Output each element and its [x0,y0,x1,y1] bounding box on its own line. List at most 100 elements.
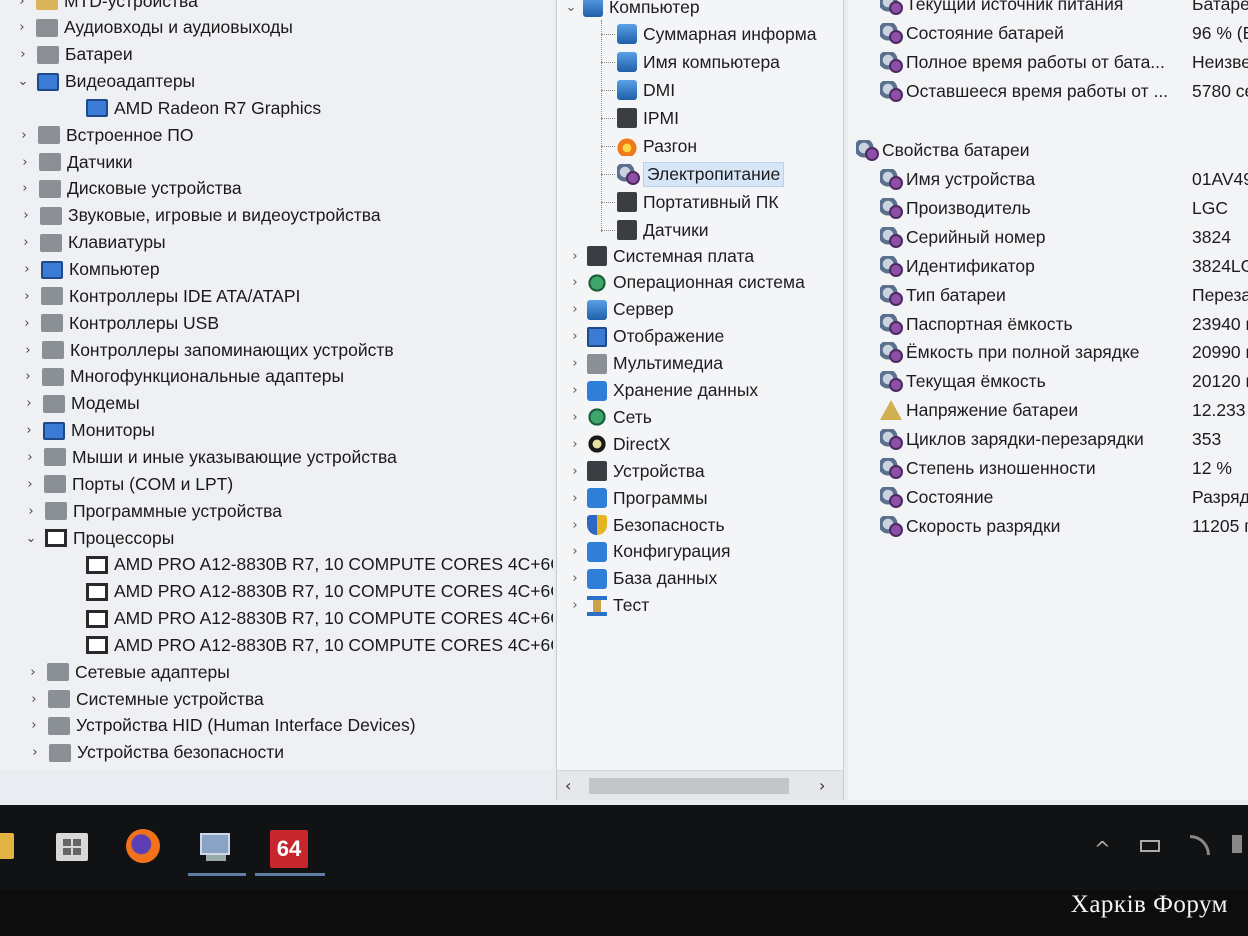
explorer-icon[interactable] [0,825,20,865]
device-category-item[interactable]: › Звуковые, игровые и видеоустройства [18,203,380,229]
device-category-item[interactable]: › Батареи [15,42,132,68]
tree-section-item[interactable]: › Программы [567,485,708,511]
device-category-item[interactable]: › Контроллеры запоминающих устройств [20,337,393,363]
expand-chevron-icon[interactable]: › [19,316,35,331]
tree-item-child[interactable]: Разгон [597,133,697,159]
expand-chevron-icon[interactable]: ⌄ [23,531,39,546]
expand-chevron-icon[interactable]: › [17,155,33,170]
expand-chevron-icon[interactable]: › [567,518,583,533]
expand-chevron-icon[interactable]: › [21,423,37,438]
device-category-item[interactable]: › Контроллеры USB [19,310,219,336]
scroll-right-arrow[interactable]: › [819,776,825,795]
device-category-item[interactable]: › Контроллеры IDE ATA/ATAPI [19,283,300,309]
device-child-item[interactable]: AMD PRO A12-8830B R7, 10 COMPUTE CORES 4… [64,632,553,658]
expand-chevron-icon[interactable]: › [567,464,583,479]
expand-chevron-icon[interactable]: › [25,665,41,680]
device-category-item[interactable]: › MTD-устройства [14,0,198,14]
device-category-item[interactable]: › Встроенное ПО [16,122,193,148]
tree-section-item[interactable]: › Хранение данных [567,378,758,404]
expand-chevron-icon[interactable]: › [567,491,583,506]
tree-section-item[interactable]: › Мультимедиа [567,351,723,377]
expand-chevron-icon[interactable]: › [19,289,35,304]
expand-chevron-icon[interactable]: › [20,343,36,358]
device-child-item[interactable]: AMD PRO A12-8830B R7, 10 COMPUTE CORES 4… [64,579,553,605]
property-row[interactable]: Серийный номер 3824 [848,223,1248,251]
wifi-tray-icon[interactable] [1190,835,1210,855]
device-category-item[interactable]: › Системные устройства [26,686,263,712]
expand-chevron-icon[interactable]: › [18,208,34,223]
expand-chevron-icon[interactable]: › [567,302,583,317]
expand-chevron-icon[interactable]: › [19,262,35,277]
expand-chevron-icon[interactable]: › [26,692,42,707]
property-row[interactable]: Идентификатор 3824LG [848,252,1248,280]
property-row[interactable]: Имя устройства 01AV49 [848,165,1248,193]
store-icon[interactable] [52,825,92,865]
expand-chevron-icon[interactable]: › [567,410,583,425]
tree-item-child[interactable]: DMI [597,77,675,103]
tree-section-item[interactable]: › Сеть [567,404,652,430]
expand-chevron-icon[interactable]: › [16,128,32,143]
property-row[interactable]: Текущая ёмкость 20120 г [848,367,1248,395]
tree-section-item[interactable]: › Безопасность [567,512,725,538]
expand-chevron-icon[interactable]: › [567,544,583,559]
expand-chevron-icon[interactable]: ⌄ [15,74,31,89]
expand-chevron-icon[interactable]: › [567,437,583,452]
expand-chevron-icon[interactable]: › [567,275,583,290]
tree-section-item[interactable]: › Устройства [567,458,705,484]
device-category-item[interactable]: ⌄ Видеоадаптеры [15,69,196,95]
tree-section-item[interactable]: › Тест [567,593,649,619]
device-child-item[interactable]: AMD PRO A12-8830B R7, 10 COMPUTE CORES 4… [64,552,553,578]
firefox-icon[interactable] [124,825,164,865]
device-category-item[interactable]: › Дисковые устройства [17,176,241,202]
expand-chevron-icon[interactable]: › [22,450,38,465]
device-category-item[interactable]: › Модемы [21,391,139,417]
device-category-item[interactable]: › Компьютер [19,257,159,283]
horizontal-scrollbar[interactable]: ‹ › [557,770,843,800]
device-category-item[interactable]: › Датчики [17,149,132,175]
property-row[interactable]: Скорость разрядки 11205 г [848,512,1248,540]
property-row[interactable]: Циклов зарядки-перезарядки 353 [848,425,1248,453]
property-row[interactable]: Ёмкость при полной зарядке 20990 г [848,338,1248,366]
device-category-item[interactable]: › Программные устройства [23,498,282,524]
expand-chevron-icon[interactable]: › [567,383,583,398]
device-category-item[interactable]: ⌄ Процессоры [23,525,175,551]
device-category-item[interactable]: › Мыши и иные указывающие устройства [22,444,397,470]
tree-item-computer[interactable]: ⌄ Компьютер [563,0,700,20]
tray-chevron-icon[interactable]: ^ [1094,837,1111,861]
tree-item-child[interactable]: Имя компьютера [597,49,780,75]
expand-chevron-icon[interactable]: › [27,745,43,760]
expand-chevron-icon[interactable]: › [23,504,39,519]
device-category-item[interactable]: › Многофункциональные адаптеры [20,364,344,390]
tree-section-item[interactable]: › Сервер [567,297,674,323]
expand-chevron-icon[interactable]: › [14,20,30,35]
device-child-item[interactable]: AMD Radeon R7 Graphics [64,95,321,121]
device-category-item[interactable]: › Устройства безопасности [27,740,284,766]
tree-section-item[interactable]: › База данных [567,566,717,592]
device-category-item[interactable]: › Мониторы [21,418,154,444]
property-row[interactable]: Полное время работы от бата... Неизве [848,48,1248,76]
tree-section-item[interactable]: › Конфигурация [567,539,730,565]
expand-chevron-icon[interactable]: › [17,181,33,196]
expand-chevron-icon[interactable]: › [20,369,36,384]
aida64-icon[interactable]: 64 [270,830,308,868]
property-row[interactable]: Тип батареи Переза [848,281,1248,309]
expand-chevron-icon[interactable]: › [14,0,30,9]
tree-item-child[interactable]: Датчики [597,217,709,243]
tree-section-item[interactable]: › Системная плата [567,243,754,269]
property-row[interactable]: Состояние батарей 96 % (В [848,19,1248,47]
tree-item-child[interactable]: IPMI [597,105,679,131]
property-row[interactable]: Паспортная ёмкость 23940 г [848,310,1248,338]
property-row[interactable]: Состояние Разряд [848,483,1248,511]
tree-section-item[interactable]: › Операционная система [567,270,805,296]
expand-chevron-icon[interactable]: › [567,598,583,613]
volume-tray-icon[interactable] [1232,835,1242,853]
device-manager-icon[interactable] [196,825,236,865]
battery-tray-icon[interactable] [1140,840,1160,852]
tree-item-child[interactable]: Портативный ПК [597,189,779,215]
expand-chevron-icon[interactable]: › [18,235,34,250]
expand-chevron-icon[interactable]: › [21,396,37,411]
tree-section-item[interactable]: › DirectX [567,431,670,457]
tree-section-item[interactable]: › Отображение [567,324,724,350]
expand-chevron-icon[interactable]: › [567,329,583,344]
property-row[interactable]: Оставшееся время работы от ... 5780 се [848,77,1248,105]
